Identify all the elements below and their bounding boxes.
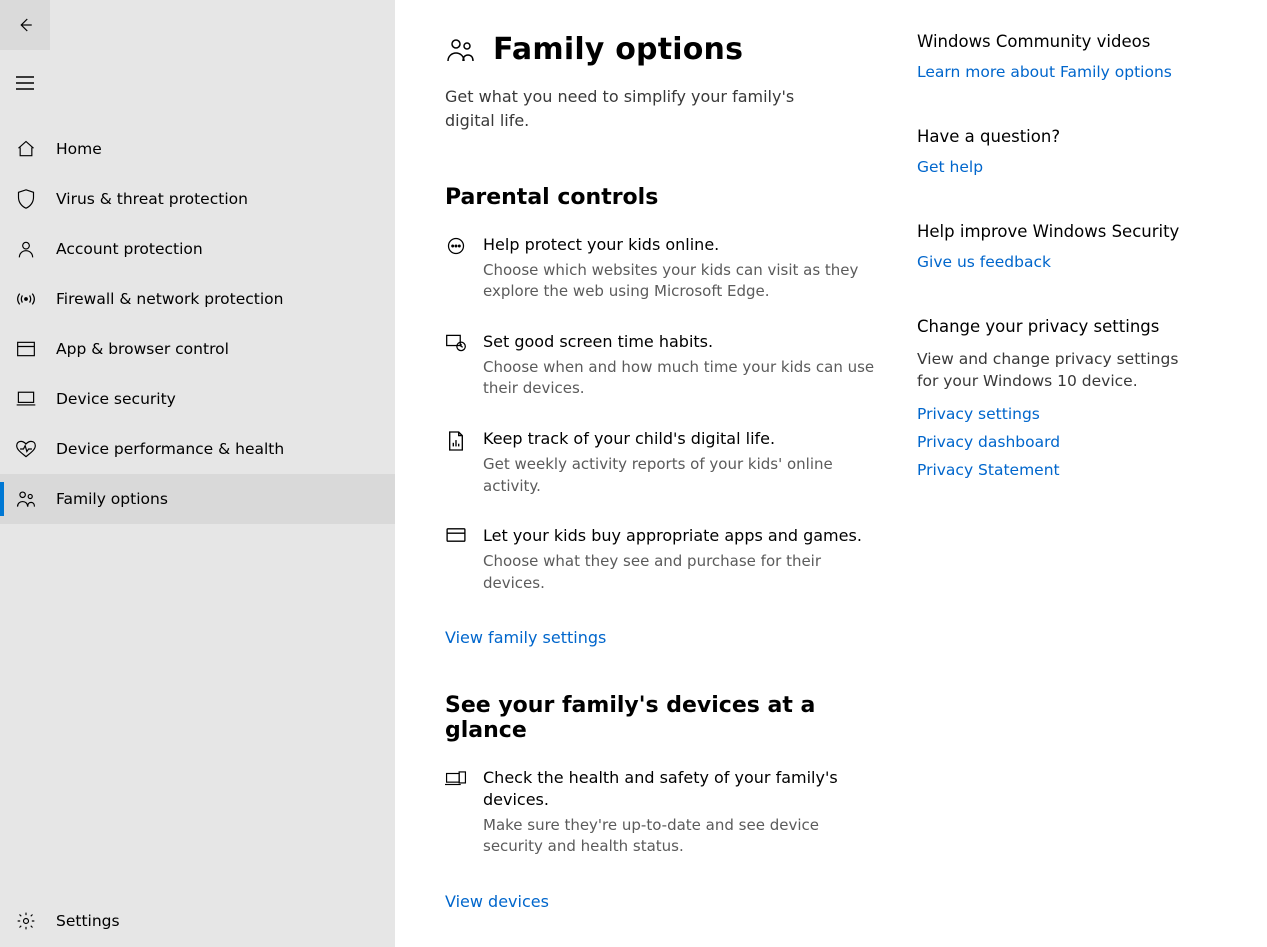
privacy-dashboard-link[interactable]: Privacy dashboard bbox=[917, 433, 1217, 451]
feature-title: Keep track of your child's digital life. bbox=[483, 428, 875, 450]
privacy-settings-link[interactable]: Privacy settings bbox=[917, 405, 1217, 423]
parental-heading: Parental controls bbox=[445, 185, 875, 210]
feature-activity-report: Keep track of your child's digital life.… bbox=[445, 428, 875, 497]
aside-question: Have a question? Get help bbox=[917, 127, 1217, 176]
report-icon bbox=[445, 430, 467, 452]
sidebar-item-label: Firewall & network protection bbox=[56, 290, 283, 308]
page-subtitle: Get what you need to simplify your famil… bbox=[445, 85, 805, 133]
feature-title: Check the health and safety of your fami… bbox=[483, 767, 875, 810]
family-header-icon bbox=[445, 35, 475, 65]
devices-heading: See your family's devices at a glance bbox=[445, 693, 875, 743]
person-icon bbox=[14, 237, 38, 261]
aside-heading: Change your privacy settings bbox=[917, 317, 1217, 336]
laptop-icon bbox=[14, 387, 38, 411]
back-button[interactable] bbox=[0, 0, 50, 50]
feature-title: Set good screen time habits. bbox=[483, 331, 875, 353]
feature-protect-online: Help protect your kids online. Choose wh… bbox=[445, 234, 875, 303]
feature-desc: Make sure they're up-to-date and see dev… bbox=[483, 815, 875, 859]
sidebar: Home Virus & threat protection Account p… bbox=[0, 0, 395, 947]
feature-title: Let your kids buy appropriate apps and g… bbox=[483, 525, 875, 547]
card-icon bbox=[445, 527, 467, 549]
antenna-icon bbox=[14, 287, 38, 311]
sidebar-item-virus[interactable]: Virus & threat protection bbox=[0, 174, 395, 224]
content-column: Family options Get what you need to simp… bbox=[445, 32, 875, 917]
sidebar-item-label: Family options bbox=[56, 490, 168, 508]
aside-community: Windows Community videos Learn more abou… bbox=[917, 32, 1217, 81]
heart-pulse-icon bbox=[14, 437, 38, 461]
aside-improve: Help improve Windows Security Give us fe… bbox=[917, 222, 1217, 271]
back-arrow-icon bbox=[16, 16, 34, 34]
aside-heading: Windows Community videos bbox=[917, 32, 1217, 51]
aside-privacy: Change your privacy settings View and ch… bbox=[917, 317, 1217, 479]
sidebar-item-performance[interactable]: Device performance & health bbox=[0, 424, 395, 474]
sidebar-item-label: Account protection bbox=[56, 240, 203, 258]
feature-device-health: Check the health and safety of your fami… bbox=[445, 767, 875, 858]
sidebar-item-firewall[interactable]: Firewall & network protection bbox=[0, 274, 395, 324]
page-header: Family options bbox=[445, 32, 875, 67]
gear-icon bbox=[14, 909, 38, 933]
sidebar-item-label: Device performance & health bbox=[56, 440, 284, 458]
hamburger-button[interactable] bbox=[0, 58, 50, 108]
sidebar-item-app-browser[interactable]: App & browser control bbox=[0, 324, 395, 374]
feature-title: Help protect your kids online. bbox=[483, 234, 875, 256]
devices-icon bbox=[445, 769, 467, 791]
sidebar-item-device-security[interactable]: Device security bbox=[0, 374, 395, 424]
sidebar-item-account[interactable]: Account protection bbox=[0, 224, 395, 274]
aside-heading: Help improve Windows Security bbox=[917, 222, 1217, 241]
aside-heading: Have a question? bbox=[917, 127, 1217, 146]
feature-screen-time: Set good screen time habits. Choose when… bbox=[445, 331, 875, 400]
view-devices-link[interactable]: View devices bbox=[445, 892, 549, 911]
give-feedback-link[interactable]: Give us feedback bbox=[917, 253, 1217, 271]
feature-desc: Get weekly activity reports of your kids… bbox=[483, 454, 875, 498]
sidebar-item-family[interactable]: Family options bbox=[0, 474, 395, 524]
main-panel: Family options Get what you need to simp… bbox=[395, 0, 1267, 947]
sidebar-item-label: Settings bbox=[56, 912, 120, 930]
learn-more-family-link[interactable]: Learn more about Family options bbox=[917, 63, 1217, 81]
window-icon bbox=[14, 337, 38, 361]
page-title: Family options bbox=[493, 32, 743, 67]
feature-desc: Choose which websites your kids can visi… bbox=[483, 260, 875, 304]
get-help-link[interactable]: Get help bbox=[917, 158, 1217, 176]
browse-safe-icon bbox=[445, 236, 467, 258]
feature-purchases: Let your kids buy appropriate apps and g… bbox=[445, 525, 875, 594]
sidebar-item-settings[interactable]: Settings bbox=[0, 895, 395, 947]
sidebar-item-home[interactable]: Home bbox=[0, 124, 395, 174]
aside-column: Windows Community videos Learn more abou… bbox=[917, 32, 1217, 917]
sidebar-item-label: Home bbox=[56, 140, 102, 158]
home-icon bbox=[14, 137, 38, 161]
hamburger-icon bbox=[16, 76, 34, 90]
screen-time-icon bbox=[445, 333, 467, 355]
sidebar-item-label: App & browser control bbox=[56, 340, 229, 358]
sidebar-item-label: Virus & threat protection bbox=[56, 190, 248, 208]
sidebar-item-label: Device security bbox=[56, 390, 176, 408]
aside-privacy-desc: View and change privacy settings for you… bbox=[917, 348, 1197, 393]
feature-desc: Choose when and how much time your kids … bbox=[483, 357, 875, 401]
feature-desc: Choose what they see and purchase for th… bbox=[483, 551, 875, 595]
sidebar-nav: Home Virus & threat protection Account p… bbox=[0, 124, 395, 895]
view-family-settings-link[interactable]: View family settings bbox=[445, 628, 606, 647]
shield-icon bbox=[14, 187, 38, 211]
privacy-statement-link[interactable]: Privacy Statement bbox=[917, 461, 1217, 479]
family-icon bbox=[14, 487, 38, 511]
